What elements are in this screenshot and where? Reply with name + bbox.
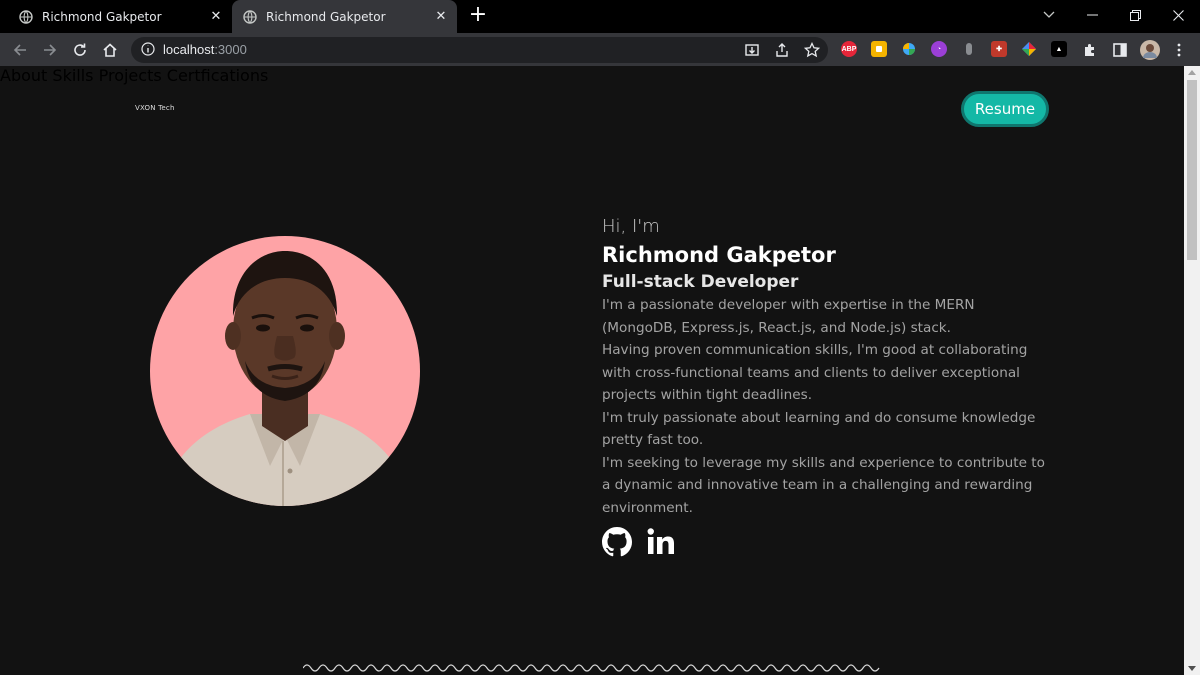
- browser-tab[interactable]: Richmond Gakpetor ✕: [8, 0, 232, 33]
- site-info-icon[interactable]: [141, 42, 155, 56]
- bio-paragraph: Having proven communication skills, I'm …: [602, 342, 1028, 403]
- close-window-icon[interactable]: [1158, 0, 1198, 30]
- site-logo[interactable]: VXON Tech: [135, 104, 175, 112]
- forward-icon[interactable]: [38, 38, 62, 62]
- profile-photo: [150, 236, 420, 506]
- purple-extension-icon[interactable]: ◔: [931, 41, 947, 57]
- side-panel-icon[interactable]: [1108, 38, 1132, 62]
- hero-bio: I'm a passionate developer with expertis…: [602, 294, 1052, 519]
- linkedin-icon[interactable]: [646, 527, 676, 557]
- restore-icon[interactable]: [1115, 0, 1155, 30]
- triangle-extension-icon[interactable]: ▲: [1051, 41, 1067, 57]
- hero-name: Richmond Gakpetor: [602, 243, 836, 267]
- bookmark-star-icon[interactable]: [803, 41, 821, 59]
- back-icon[interactable]: [8, 38, 32, 62]
- browser-tab-bar: Richmond Gakpetor ✕ Richmond Gakpetor ✕ …: [0, 0, 1200, 33]
- browser-tab-active[interactable]: Richmond Gakpetor ✕: [232, 0, 457, 33]
- bio-paragraph: I'm seeking to leverage my skills and ex…: [602, 454, 1045, 516]
- close-tab-icon[interactable]: ✕: [204, 9, 228, 24]
- wave-divider: [303, 664, 880, 672]
- adblock-plus-icon[interactable]: ABP: [841, 41, 857, 57]
- scroll-down-arrow-icon[interactable]: [1188, 666, 1196, 671]
- bio-paragraph: I'm a passionate developer with expertis…: [602, 297, 975, 336]
- social-links: [602, 527, 1052, 557]
- nav-link-certifications[interactable]: Certfications: [167, 66, 269, 85]
- red-extension-icon[interactable]: ✚: [991, 41, 1007, 57]
- tab-search-icon[interactable]: [1029, 0, 1069, 30]
- nav-link-about[interactable]: About: [0, 66, 47, 85]
- scroll-up-arrow-icon[interactable]: [1188, 70, 1196, 75]
- resume-button[interactable]: Resume: [961, 91, 1049, 127]
- extensions-puzzle-icon[interactable]: [1078, 38, 1102, 62]
- hero-section: Hi, I'm Richmond Gakpetor Full-stack Dev…: [602, 216, 1052, 557]
- nav-link-skills[interactable]: Skills: [52, 66, 93, 85]
- bio-paragraph: I'm truly passionate about learning and …: [602, 409, 1036, 449]
- greeting: Hi, I'm: [602, 216, 660, 237]
- menu-kebab-icon[interactable]: [1167, 38, 1191, 62]
- tab-title: Richmond Gakpetor: [42, 9, 162, 24]
- page-viewport: VXON Tech About Skills Projects Certfica…: [0, 66, 1184, 675]
- reload-icon[interactable]: [68, 38, 92, 62]
- install-app-icon[interactable]: [743, 41, 761, 59]
- colorful-extension-icon[interactable]: [901, 41, 917, 57]
- close-tab-icon[interactable]: ✕: [429, 9, 453, 24]
- home-icon[interactable]: [98, 38, 122, 62]
- grey-extension-icon[interactable]: [961, 41, 977, 57]
- hero-role: Full-stack Developer: [602, 272, 799, 292]
- globe-icon: [243, 9, 257, 24]
- url-text: localhost:3000: [163, 42, 247, 57]
- address-bar[interactable]: localhost:3000: [131, 37, 828, 63]
- tab-title: Richmond Gakpetor: [266, 9, 386, 24]
- page-scrollbar[interactable]: [1184, 66, 1200, 675]
- share-icon[interactable]: [773, 41, 791, 59]
- profile-avatar[interactable]: [1138, 38, 1162, 62]
- nav-link-projects[interactable]: Projects: [99, 66, 162, 85]
- minimize-icon[interactable]: [1072, 0, 1112, 30]
- new-tab-button[interactable]: +: [466, 4, 490, 28]
- main-nav: About Skills Projects Certfications: [0, 66, 1184, 85]
- keep-extension-icon[interactable]: [871, 41, 887, 57]
- multicolor-extension-icon[interactable]: [1021, 41, 1037, 57]
- github-icon[interactable]: [602, 527, 632, 557]
- scroll-thumb[interactable]: [1187, 80, 1197, 260]
- globe-icon: [19, 9, 33, 24]
